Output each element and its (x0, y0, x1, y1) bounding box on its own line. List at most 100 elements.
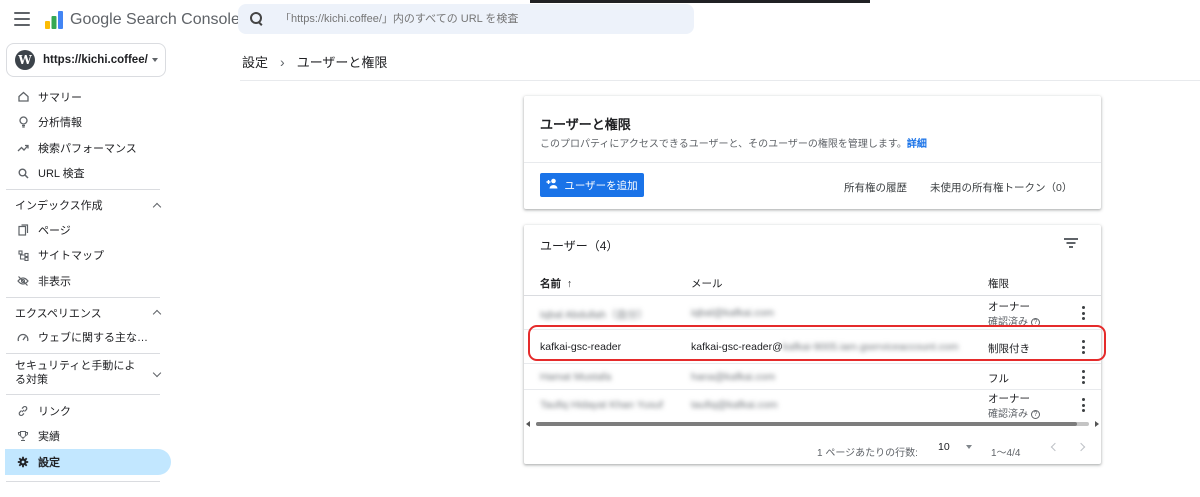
user-permission: フル (988, 373, 1009, 385)
scroll-left-icon[interactable] (526, 421, 530, 427)
add-user-button[interactable]: ユーザーを追加 (540, 173, 644, 197)
sidebar-item-settings[interactable]: 設定 (5, 449, 171, 475)
sidebar-item-label: ウェブに関する主な… (38, 332, 148, 345)
more-vert-icon[interactable] (1080, 306, 1086, 320)
sidebar-item-url-inspection[interactable]: URL 検査 (0, 161, 172, 187)
rows-per-page-select[interactable]: 10 (938, 441, 972, 453)
user-name: Taufiq Hidayat Khan Yusuf (540, 399, 663, 411)
url-inspect-input[interactable] (280, 13, 680, 25)
breadcrumb: 設定 › ユーザーと権限 (242, 52, 387, 71)
section-label: セキュリティと手動による対策 (15, 360, 136, 386)
chevron-down-icon (152, 368, 162, 377)
sidebar-item-label: 設定 (38, 456, 60, 469)
gauge-icon (17, 331, 29, 343)
more-vert-icon[interactable] (1080, 340, 1086, 354)
sidebar-item-links[interactable]: リンク (0, 398, 172, 424)
rows-per-page-value: 10 (938, 441, 950, 453)
caret-down-icon (965, 445, 972, 449)
column-header-permission: 権限 (988, 278, 1009, 290)
user-permission: 制限付き (988, 343, 1030, 355)
section-experience[interactable]: エクスペリエンス (0, 301, 172, 325)
user-name: Hamat Mustafa (540, 371, 612, 383)
verified-status: 確認済み? (988, 405, 1040, 420)
verified-status: 確認済み? (988, 313, 1040, 328)
help-icon[interactable]: ? (1031, 317, 1040, 327)
sidebar-item-summary[interactable]: サマリー (0, 84, 172, 110)
sidebar-item-core-web-vitals[interactable]: ウェブに関する主な… (0, 325, 172, 351)
column-header-email: メール (691, 278, 723, 290)
sidebar-item-label: サマリー (38, 91, 82, 104)
users-card: ユーザー（4） 名前 ↑ メール 権限 Iqbal Abdullah（自分） i… (524, 225, 1101, 464)
trending-icon (17, 142, 29, 154)
learn-more-link[interactable]: 詳細 (907, 139, 927, 150)
table-row: kafkai-gsc-reader kafkai-gsc-reader@kafk… (524, 330, 1101, 364)
user-email: taufiq@kafkai.com (691, 399, 778, 411)
sidebar-item-label: ページ (38, 224, 71, 237)
menu-icon[interactable] (14, 12, 30, 26)
sidebar-item-label: 検索パフォーマンス (38, 142, 137, 155)
verified-label: 確認済み (988, 409, 1028, 420)
card-description: このプロパティにアクセスできるユーザーと、そのユーザーの権限を管理します。詳細 (540, 135, 927, 150)
sidebar-item-label: サイトマップ (38, 250, 104, 263)
search-icon (17, 167, 29, 179)
sidebar-item-label: 非表示 (38, 275, 71, 288)
pages-icon (17, 224, 29, 236)
sidebar-item-achievements[interactable]: 実績 (0, 424, 172, 450)
rows-per-page-label: 1 ページあたりの行数: (817, 448, 918, 459)
chevron-up-icon (152, 202, 162, 211)
sidebar-item-performance[interactable]: 検索パフォーマンス (0, 135, 172, 161)
page-title: ユーザーと権限 (296, 55, 388, 70)
card-title: ユーザーと権限 (540, 117, 631, 132)
app-title: Google Search Console (70, 11, 240, 28)
scroll-thumb[interactable] (536, 422, 1077, 426)
section-label: エクスペリエンス (15, 307, 102, 320)
sidebar-item-label: 実績 (38, 431, 60, 444)
horizontal-scrollbar[interactable] (524, 420, 1101, 428)
more-vert-icon[interactable] (1080, 370, 1086, 384)
user-email: kafkai-gsc-reader@kafkai-9005.iam.gservi… (691, 341, 958, 353)
home-icon (17, 91, 29, 103)
property-selector[interactable]: W https://kichi.coffee/ (6, 43, 166, 77)
section-indexing[interactable]: インデックス作成 (0, 193, 172, 217)
property-label: https://kichi.coffee/ (43, 54, 148, 66)
filter-icon[interactable] (1064, 238, 1078, 248)
sidebar-item-label: URL 検査 (38, 168, 85, 181)
top-bar: Google Search Console (0, 0, 1200, 40)
description-text: このプロパティにアクセスできるユーザーと、そのユーザーの権限を管理します。 (540, 139, 907, 150)
arrow-up-icon: ↑ (566, 278, 573, 290)
breadcrumb-parent[interactable]: 設定 (242, 52, 268, 71)
chevron-up-icon (152, 309, 162, 319)
user-permission: オーナー (988, 301, 1030, 313)
table-row: Iqbal Abdullah（自分） iqbal@kafkai.com オーナー… (524, 296, 1101, 330)
ownership-history-link[interactable]: 所有権の履歴 (844, 180, 907, 195)
sidebar-item-sitemaps[interactable]: サイトマップ (0, 243, 172, 269)
nav-divider (6, 296, 160, 298)
sidebar-item-removals[interactable]: 非表示 (0, 268, 172, 294)
help-icon[interactable]: ? (1031, 409, 1040, 419)
scroll-right-icon[interactable] (1095, 421, 1099, 427)
card-divider (524, 162, 1101, 163)
more-vert-icon[interactable] (1080, 398, 1086, 412)
sidebar-item-insights[interactable]: 分析情報 (0, 110, 172, 136)
sidebar-item-label: リンク (38, 405, 71, 418)
lightbulb-icon (17, 116, 29, 128)
users-count-title: ユーザー（4） (540, 239, 619, 253)
unused-tokens-link[interactable]: 未使用の所有権トークン（0） (930, 180, 1072, 195)
user-email-prefix: kafkai-gsc-reader@ (691, 341, 783, 353)
user-name: Iqbal Abdullah（自分） (540, 309, 648, 321)
chevron-right-icon[interactable] (1076, 442, 1086, 452)
section-security[interactable]: セキュリティと手動による対策 (0, 357, 172, 391)
page-range: 1〜4/4 (991, 448, 1021, 459)
permissions-card: ユーザーと権限 このプロパティにアクセスできるユーザーと、そのユーザーの権限を管… (524, 96, 1101, 209)
column-header-name[interactable]: 名前 ↑ (540, 276, 572, 291)
user-email: hana@kafkai.com (691, 371, 776, 383)
verified-label: 確認済み (988, 317, 1028, 328)
wordpress-icon: W (15, 50, 35, 70)
caret-down-icon (151, 58, 158, 62)
gear-icon (17, 456, 29, 468)
user-email: iqbal@kafkai.com (691, 307, 775, 319)
sidebar-nav: サマリー 分析情報 検索パフォーマンス URL 検査 インデックス作成 ページ … (0, 84, 172, 485)
chevron-left-icon[interactable] (1050, 442, 1060, 452)
sidebar-item-pages[interactable]: ページ (0, 217, 172, 243)
url-inspect-bar[interactable] (238, 4, 694, 34)
